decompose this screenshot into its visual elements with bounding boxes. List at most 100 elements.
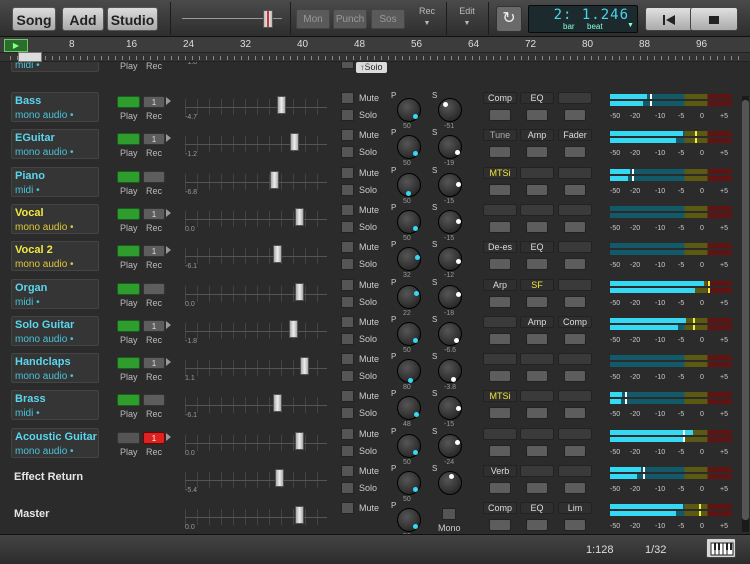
rec-button[interactable]: [143, 282, 165, 295]
track-nameplate[interactable]: Master: [11, 502, 99, 532]
chevron-right-icon[interactable]: [166, 208, 171, 217]
play-button[interactable]: [117, 245, 140, 258]
play-button[interactable]: [117, 207, 140, 220]
volume-fader[interactable]: -6.1: [185, 243, 327, 271]
pan-knob[interactable]: [397, 471, 421, 495]
pan-knob[interactable]: [397, 433, 421, 458]
send-knob[interactable]: [438, 359, 462, 384]
play-button[interactable]: [117, 133, 140, 146]
chevron-right-icon[interactable]: [166, 358, 171, 367]
pan-knob[interactable]: [397, 247, 421, 272]
fx-slot[interactable]: Comp: [483, 502, 517, 515]
mute-checkbox[interactable]: [341, 353, 354, 366]
fx-slot[interactable]: SF: [520, 278, 554, 291]
song-button[interactable]: Song: [12, 7, 56, 31]
fx-toggle[interactable]: [489, 332, 511, 345]
chevron-right-icon[interactable]: [166, 246, 171, 255]
fx-toggle[interactable]: [489, 295, 511, 308]
fx-slot[interactable]: EQ: [520, 92, 554, 104]
fx-slot[interactable]: Arp: [483, 278, 517, 291]
solo-checkbox[interactable]: [341, 62, 354, 69]
fx-toggle[interactable]: [489, 444, 511, 457]
send-knob[interactable]: [438, 396, 462, 421]
fx-toggle[interactable]: [564, 519, 586, 532]
mute-checkbox[interactable]: [341, 241, 354, 254]
pan-knob[interactable]: [397, 359, 421, 384]
fx-toggle[interactable]: [489, 370, 511, 383]
fx-slot[interactable]: [558, 278, 592, 291]
mute-checkbox[interactable]: [341, 278, 354, 291]
rec-button[interactable]: 1: [143, 357, 165, 370]
rec-button[interactable]: 1: [143, 96, 165, 108]
fader-knob[interactable]: [295, 207, 304, 226]
send-knob[interactable]: [438, 284, 462, 309]
fx-toggle[interactable]: [526, 370, 548, 383]
fx-slot[interactable]: [483, 315, 517, 328]
fx-slot[interactable]: [520, 203, 554, 216]
fader-knob[interactable]: [290, 133, 299, 152]
mute-checkbox[interactable]: [341, 315, 354, 328]
fx-slot[interactable]: EQ: [520, 241, 554, 254]
fx-slot[interactable]: Tune: [483, 129, 517, 142]
fader-knob[interactable]: [295, 282, 304, 301]
add-button[interactable]: Add: [62, 7, 104, 31]
track-nameplate[interactable]: Piano midi •: [11, 166, 99, 197]
fx-slot[interactable]: [558, 427, 592, 440]
volume-fader[interactable]: -5.4: [185, 467, 327, 495]
chevron-right-icon[interactable]: [166, 320, 171, 329]
fx-toggle[interactable]: [489, 146, 511, 159]
fx-slot[interactable]: De-es: [483, 241, 517, 254]
fx-toggle[interactable]: [526, 332, 548, 345]
fx-slot[interactable]: [558, 203, 592, 216]
fx-slot[interactable]: [520, 166, 554, 179]
play-button[interactable]: [117, 394, 140, 407]
volume-fader[interactable]: 0.0: [185, 430, 327, 458]
fx-toggle[interactable]: [489, 183, 511, 196]
play-button[interactable]: [117, 282, 140, 295]
fader-knob[interactable]: [300, 357, 309, 376]
fx-toggle[interactable]: [526, 258, 548, 271]
play-button[interactable]: [117, 319, 140, 332]
zoom-value[interactable]: 1:128: [586, 544, 614, 556]
fx-toggle[interactable]: [564, 444, 586, 457]
rec-button[interactable]: 1: [143, 133, 165, 146]
loop-button[interactable]: ↻: [496, 6, 522, 32]
punch-button[interactable]: Punch: [333, 9, 367, 29]
fx-slot[interactable]: Comp: [483, 92, 517, 104]
fx-toggle[interactable]: [564, 407, 586, 420]
fader-knob[interactable]: [275, 469, 284, 487]
solo-checkbox[interactable]: [341, 295, 354, 308]
fx-slot[interactable]: [520, 465, 554, 477]
loop-locator[interactable]: [18, 52, 42, 62]
play-button[interactable]: [117, 170, 140, 183]
track-nameplate[interactable]: Bass mono audio •: [11, 92, 99, 122]
rewind-button[interactable]: [645, 7, 693, 31]
chevron-right-icon[interactable]: [166, 97, 171, 105]
volume-fader[interactable]: 0.0: [185, 281, 327, 309]
timeline-ruler[interactable]: 8 16 24 32 40 48 56 64 72 80 88 96: [0, 37, 750, 53]
fx-slot[interactable]: [558, 241, 592, 254]
sos-button[interactable]: Sos: [371, 9, 405, 29]
mute-checkbox[interactable]: [341, 502, 354, 515]
mute-checkbox[interactable]: [341, 390, 354, 403]
send-knob[interactable]: [438, 135, 462, 160]
volume-fader[interactable]: -6.1: [185, 392, 327, 420]
chevron-right-icon[interactable]: [166, 134, 171, 143]
fader-knob[interactable]: [289, 319, 298, 338]
fx-toggle[interactable]: [526, 482, 548, 494]
rec-button[interactable]: 1: [143, 431, 165, 444]
pan-knob[interactable]: [397, 135, 421, 160]
fx-toggle[interactable]: [526, 183, 548, 196]
monitor-button[interactable]: Mon: [296, 9, 330, 29]
fx-toggle[interactable]: [489, 258, 511, 271]
scrollbar-thumb[interactable]: [742, 100, 749, 520]
fx-toggle[interactable]: [489, 109, 511, 121]
send-knob[interactable]: [438, 433, 462, 458]
pan-knob[interactable]: [397, 321, 421, 346]
solo-checkbox[interactable]: [341, 370, 354, 383]
pan-knob[interactable]: [397, 396, 421, 421]
solo-checkbox[interactable]: [341, 332, 354, 345]
fx-slot[interactable]: MTSi: [483, 390, 517, 403]
fx-slot[interactable]: [520, 353, 554, 366]
solo-checkbox[interactable]: [341, 109, 354, 121]
